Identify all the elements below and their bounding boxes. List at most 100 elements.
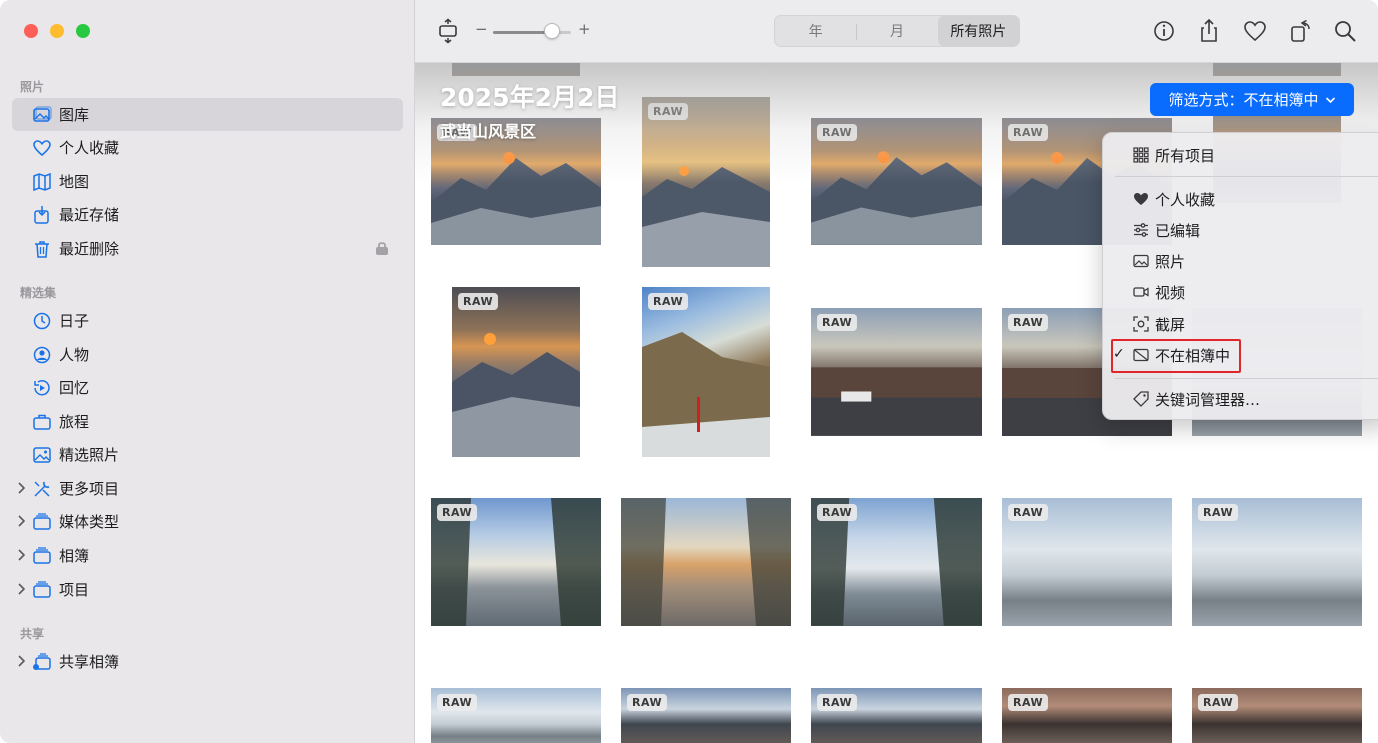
section-title-shared: 共享 (20, 627, 45, 641)
video-icon (1133, 287, 1149, 297)
sidebar-item-label: 相簿 (59, 547, 90, 565)
main-content: − + 年 月 所有照片 RAW RAW RAW RAW RAW RAW RAW… (415, 0, 1378, 743)
zoom-in-button[interactable]: + (578, 20, 591, 38)
raw-badge: RAW (1198, 504, 1239, 521)
album-stack-icon (33, 547, 51, 564)
photo-thumbnail[interactable]: RAW (452, 287, 580, 457)
sidebar-item-days[interactable]: 日子 (12, 304, 403, 337)
zoom-slider-thumb[interactable] (543, 23, 560, 39)
sidebar-item-favorites[interactable]: 个人收藏 (12, 131, 403, 164)
segment-year[interactable]: 年 (775, 16, 856, 46)
photo-thumbnail[interactable]: RAW (621, 688, 791, 743)
segment-all-photos[interactable]: 所有照片 (937, 16, 1019, 46)
menu-item-edited[interactable]: 已编辑 (1103, 216, 1378, 244)
raw-badge: RAW (648, 103, 689, 120)
menu-item-label: 视频 (1155, 283, 1186, 302)
filter-button[interactable]: 筛选方式：不在相簿中 (1150, 83, 1354, 116)
photo-thumbnail[interactable]: RAW (811, 688, 982, 743)
sliders-icon (1134, 223, 1148, 237)
trash-icon (35, 241, 49, 258)
menu-separator (1115, 176, 1378, 177)
folder-stack-icon (33, 513, 51, 530)
menu-item-keyword-manager[interactable]: 关键词管理器… (1103, 385, 1378, 413)
sidebar-item-people[interactable]: 人物 (12, 338, 403, 371)
menu-item-favorites[interactable]: 个人收藏 (1103, 185, 1378, 213)
info-icon[interactable] (1151, 18, 1177, 44)
favorite-heart-icon[interactable] (1242, 18, 1268, 44)
sidebar-item-memories[interactable]: 回忆 (12, 371, 403, 404)
library-icon (33, 106, 52, 122)
sidebar-item-label: 地图 (59, 173, 90, 191)
menu-item-label: 所有项目 (1155, 146, 1216, 165)
segment-month[interactable]: 月 (856, 16, 937, 46)
sidebar-item-label: 回忆 (59, 379, 90, 397)
menu-item-videos[interactable]: 视频 (1103, 278, 1378, 306)
chevron-right-icon[interactable] (16, 654, 26, 668)
search-icon[interactable] (1332, 18, 1358, 44)
heart-icon (33, 140, 51, 157)
photo-thumbnail[interactable]: RAW (642, 287, 770, 457)
sidebar-item-projects[interactable]: 项目 (12, 573, 403, 606)
photo-thumbnail[interactable]: RAW (811, 118, 982, 245)
photo-thumbnail[interactable]: RAW (1002, 688, 1172, 743)
filter-button-label: 筛选方式：不在相簿中 (1168, 91, 1319, 109)
sidebar-item-label: 图库 (59, 106, 90, 124)
chevron-right-icon[interactable] (16, 548, 26, 562)
photo-thumbnail[interactable]: RAW (811, 498, 982, 626)
date-title: 2025年2月2日 (440, 83, 620, 112)
photo-thumbnail[interactable]: RAW (642, 97, 770, 267)
sidebar-item-trips[interactable]: 旅程 (12, 405, 403, 438)
sidebar-item-label: 人物 (59, 346, 90, 364)
map-icon (33, 172, 51, 192)
menu-item-photos[interactable]: 照片 (1103, 247, 1378, 275)
section-title-photos: 照片 (20, 80, 45, 94)
tag-icon (1133, 391, 1149, 407)
photo-thumbnail[interactable]: RAW (431, 688, 601, 743)
sidebar-item-shared-albums[interactable]: 共享相簿 (12, 645, 403, 678)
sidebar-item-media-types[interactable]: 媒体类型 (12, 505, 403, 538)
share-icon[interactable] (1196, 18, 1222, 44)
sidebar-item-albums[interactable]: 相簿 (12, 539, 403, 572)
heart-filled-icon (1134, 193, 1148, 205)
tools-icon (34, 481, 50, 497)
photo-thumbnail[interactable]: RAW (1002, 498, 1172, 626)
sidebar-item-more-items[interactable]: 更多项目 (12, 472, 403, 505)
toolbar: − + 年 月 所有照片 (415, 0, 1378, 63)
location-subtitle[interactable]: 武当山风景区 (440, 118, 536, 142)
chevron-right-icon[interactable] (16, 514, 26, 528)
minimize-window-button[interactable] (50, 24, 64, 38)
raw-badge: RAW (1008, 504, 1049, 521)
sidebar-item-map[interactable]: 地图 (12, 165, 403, 198)
sidebar-item-library[interactable]: 图库 (12, 98, 403, 131)
photo-thumbnail[interactable] (621, 498, 791, 626)
raw-badge: RAW (1008, 694, 1049, 711)
sidebar-item-label: 项目 (59, 581, 90, 599)
sidebar-item-label: 最近存储 (59, 206, 120, 224)
sidebar-item-recently-saved[interactable]: 最近存储 (12, 198, 403, 231)
chevron-right-icon[interactable] (16, 481, 26, 495)
menu-item-label: 已编辑 (1155, 221, 1201, 240)
chevron-right-icon[interactable] (16, 582, 26, 596)
rotate-icon[interactable] (1288, 18, 1314, 44)
raw-badge: RAW (1008, 314, 1049, 331)
sidebar-item-featured-photos[interactable]: 精选照片 (12, 438, 403, 471)
sidebar-item-label: 日子 (59, 312, 90, 330)
close-window-button[interactable] (24, 24, 38, 38)
zoom-window-button[interactable] (76, 24, 90, 38)
sidebar-item-label: 更多项目 (59, 480, 120, 498)
clock-icon (33, 312, 51, 330)
zoom-out-button[interactable]: − (475, 20, 488, 38)
menu-item-all-items[interactable]: 所有项目 (1103, 141, 1378, 169)
aspect-toggle-icon[interactable] (435, 18, 461, 44)
photo-thumbnail[interactable]: RAW (431, 498, 601, 626)
lock-icon (376, 242, 388, 255)
menu-item-label: 截屏 (1155, 315, 1186, 334)
raw-badge: RAW (648, 293, 689, 310)
sidebar-item-recently-deleted[interactable]: 最近删除 (12, 232, 403, 265)
photo-thumbnail[interactable]: RAW (1192, 498, 1362, 626)
suitcase-icon (33, 414, 51, 430)
menu-item-screenshots[interactable]: 截屏 (1103, 310, 1378, 338)
photo-thumbnail[interactable]: RAW (811, 308, 982, 436)
sidebar-item-label: 个人收藏 (59, 139, 120, 157)
photo-thumbnail[interactable]: RAW (1192, 688, 1362, 743)
